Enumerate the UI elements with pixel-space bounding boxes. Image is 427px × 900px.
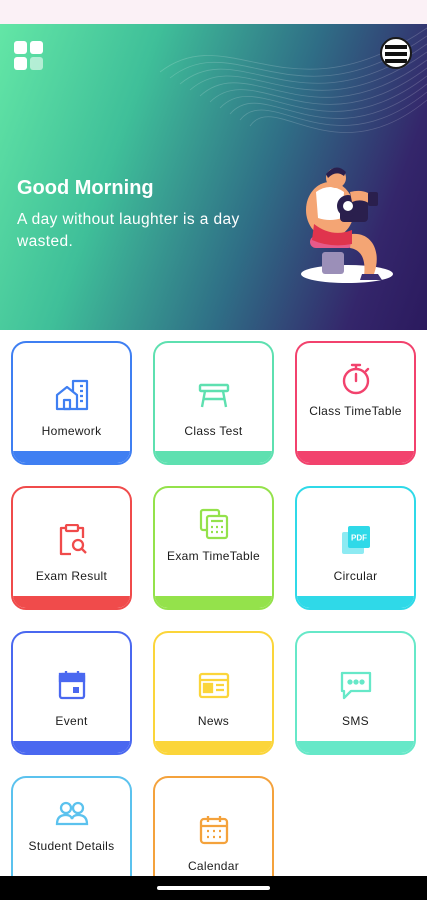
tile-label: Exam TimeTable	[167, 549, 260, 563]
tile-label: Student Details	[28, 839, 115, 853]
greeting-title: Good Morning	[17, 177, 154, 199]
tile-label: Circular	[333, 569, 378, 583]
tile-accent-bar	[297, 596, 414, 608]
homework-tile[interactable]: Homework	[11, 341, 132, 465]
greeting-quote: A day without laughter is a day wasted.	[17, 211, 240, 250]
stopwatch-icon	[297, 363, 414, 395]
building-icon	[13, 379, 130, 411]
tile-accent-bar	[155, 451, 272, 463]
tile-label: Exam Result	[35, 569, 108, 583]
tile-accent-bar	[13, 596, 130, 608]
tile-accent-bar	[13, 741, 130, 753]
chat-icon	[297, 669, 414, 701]
exam-result-tile[interactable]: Exam Result	[11, 486, 132, 610]
class-test-tile[interactable]: Class Test	[153, 341, 274, 465]
tile-label: News	[197, 714, 230, 728]
calendar-grid-icon	[155, 814, 272, 846]
tile-label: SMS	[342, 714, 369, 728]
home-gesture-handle[interactable]	[157, 886, 270, 890]
tile-accent-bar	[297, 741, 414, 753]
desk-icon	[155, 379, 272, 411]
tile-label: Class TimeTable	[309, 404, 402, 418]
tile-label: Calendar	[187, 859, 240, 873]
tile-label: Event	[55, 714, 88, 728]
tile-label: Class Test	[184, 424, 243, 438]
profile-avatar-icon[interactable]	[380, 37, 412, 69]
tile-accent-bar	[13, 451, 130, 463]
tile-label: Homework	[41, 424, 102, 438]
grid-menu-icon[interactable]	[14, 41, 44, 71]
users-icon	[13, 798, 130, 830]
tile-accent-bar	[155, 596, 272, 608]
tile-accent-bar	[297, 451, 414, 463]
exam-timetable-tile[interactable]: Exam TimeTable	[153, 486, 274, 610]
svg-text:PDF: PDF	[351, 534, 367, 543]
newspaper-icon	[155, 669, 272, 701]
sms-tile[interactable]: SMS	[295, 631, 416, 755]
status-bar	[0, 0, 427, 24]
class-timetable-tile[interactable]: Class TimeTable	[295, 341, 416, 465]
calendar-icon	[13, 669, 130, 701]
fitness-illustration	[301, 167, 393, 283]
circular-tile[interactable]: PDF Circular	[295, 486, 416, 610]
event-tile[interactable]: Event	[11, 631, 132, 755]
pdf-icon: PDF	[297, 524, 414, 556]
calculator-icon	[155, 508, 272, 540]
header-banner: Good Morning A day without laughter is a…	[0, 24, 427, 330]
tile-accent-bar	[155, 741, 272, 753]
clipboard-search-icon	[13, 524, 130, 556]
news-tile[interactable]: News	[153, 631, 274, 755]
system-nav-bar	[0, 876, 427, 900]
